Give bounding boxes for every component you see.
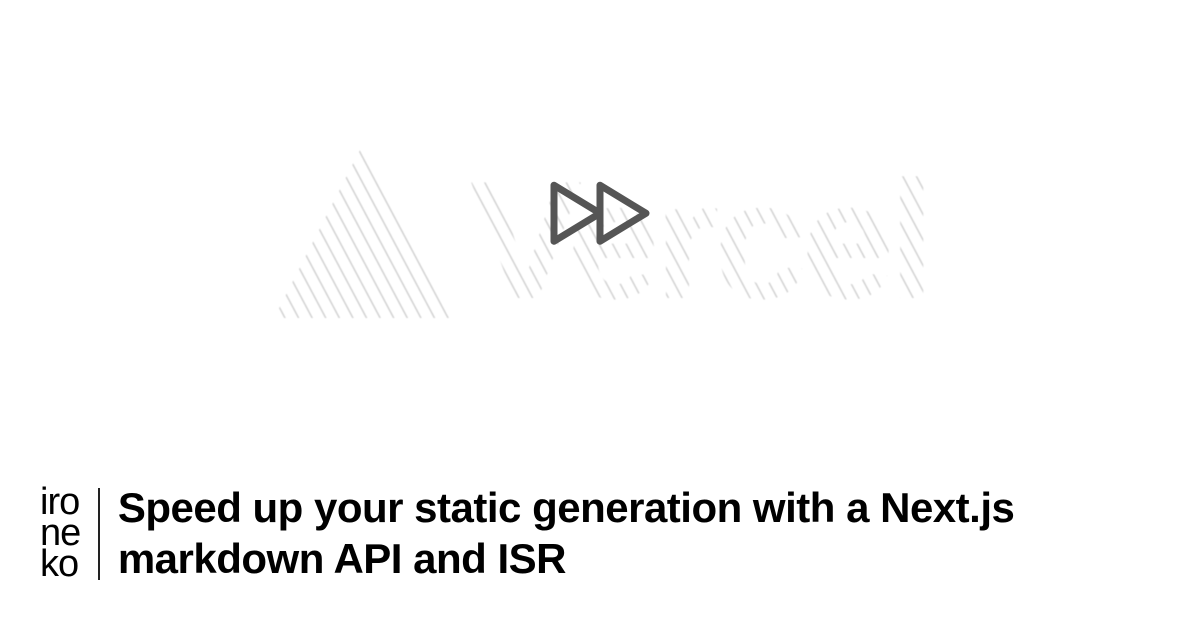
- footer: iro ne ko Speed up your static generatio…: [40, 483, 1160, 584]
- vertical-divider: [98, 488, 100, 580]
- fast-forward-icon: [540, 173, 660, 258]
- hero: Vercel: [0, 0, 1200, 440]
- logo-line-3: ko: [40, 549, 80, 580]
- article-title: Speed up your static generation with a N…: [118, 483, 1160, 584]
- site-logo: iro ne ko: [40, 487, 80, 580]
